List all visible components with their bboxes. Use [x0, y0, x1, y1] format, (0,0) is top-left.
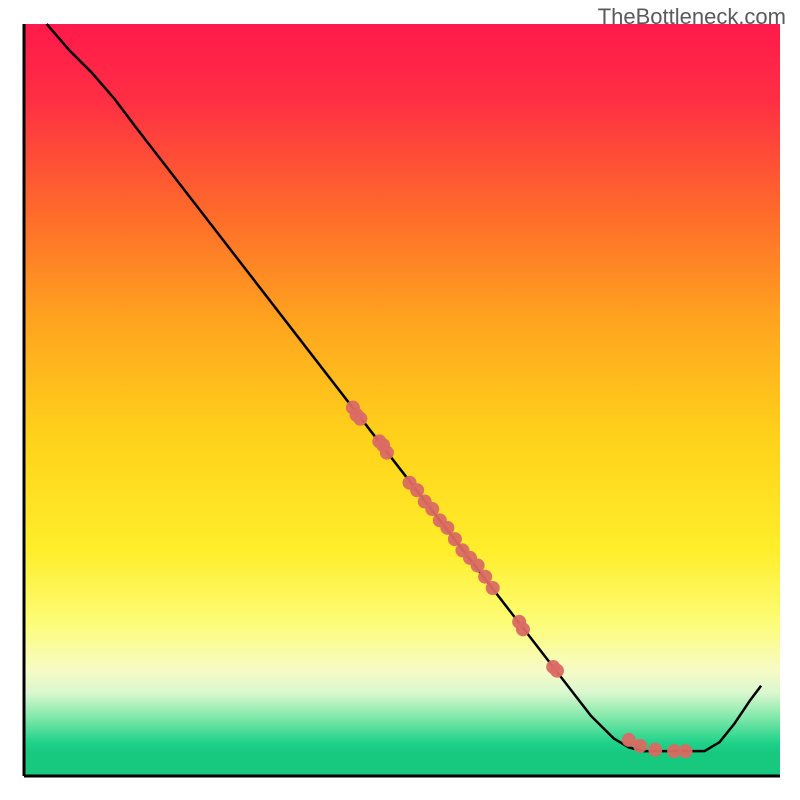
data-point: [648, 743, 662, 757]
data-point: [380, 446, 394, 460]
data-point: [633, 739, 647, 753]
data-point: [353, 412, 367, 426]
chart-svg: [0, 0, 800, 800]
chart-container: TheBottleneck.com: [0, 0, 800, 800]
data-point: [550, 664, 564, 678]
data-point: [486, 581, 500, 595]
plot-background: [24, 24, 780, 776]
data-point: [516, 622, 530, 636]
watermark-text: TheBottleneck.com: [598, 4, 786, 30]
data-point: [679, 744, 693, 758]
